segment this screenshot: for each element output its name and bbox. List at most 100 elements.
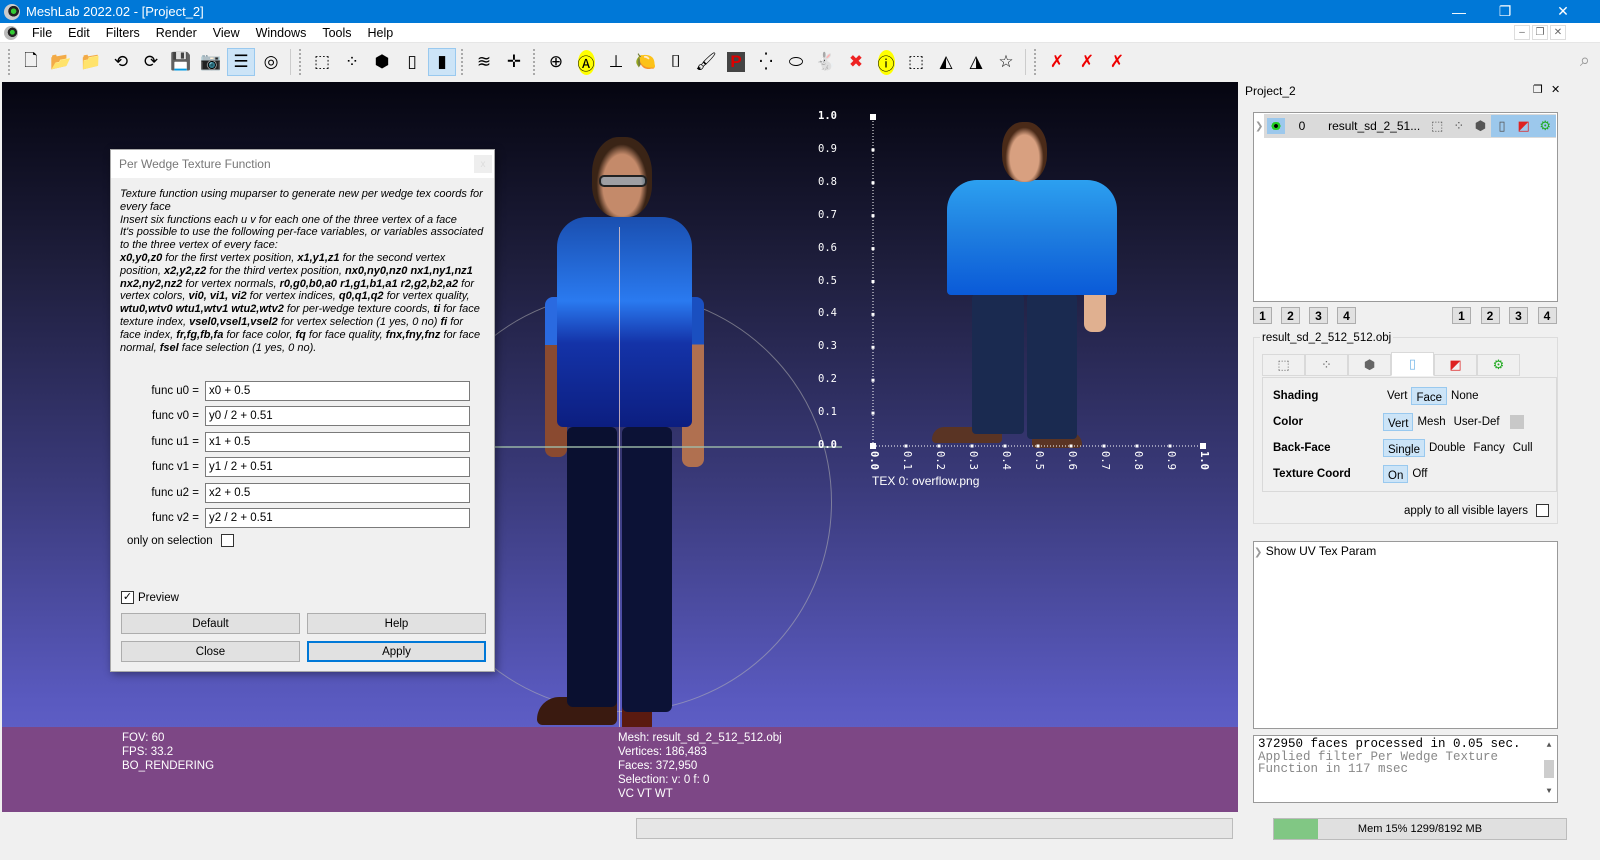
quality-mapper-button[interactable]: 🐇 — [812, 48, 840, 76]
dialog-close-button[interactable]: x — [474, 155, 492, 173]
panel-close-button[interactable]: ✕ — [1551, 83, 1560, 96]
delete-vertices-button[interactable]: ✗ — [1043, 48, 1071, 76]
delete-faces-vertices-button[interactable]: ✗ — [1103, 48, 1131, 76]
paint-button[interactable]: 🖌 — [692, 48, 720, 76]
axis-button[interactable]: ✛ — [500, 48, 528, 76]
select-vertices-button[interactable]: ⬚ — [902, 48, 930, 76]
document-icon[interactable] — [4, 25, 18, 40]
layer-bbox-toggle[interactable]: ⬚ — [1426, 115, 1448, 137]
visibility-eye-icon[interactable] — [1267, 118, 1285, 134]
layer-texture-toggle[interactable]: ◩ — [1512, 115, 1535, 137]
measure-button[interactable]: 🍋 — [632, 48, 660, 76]
select-faces-button[interactable]: ◭ — [932, 48, 960, 76]
left-view-button-2[interactable]: 2 — [1281, 307, 1300, 324]
render-bbox-button[interactable]: ⬚ — [308, 48, 336, 76]
scroll-thumb[interactable] — [1544, 760, 1554, 778]
new-project-button[interactable]: 🗋 — [17, 48, 45, 76]
log-scrollbar[interactable]: ▲ ▼ — [1543, 740, 1555, 798]
georef-button[interactable]: ✖ — [842, 48, 870, 76]
search-icon[interactable]: ⌕ — [1580, 50, 1590, 71]
user-color-swatch[interactable] — [1509, 415, 1524, 429]
func-input-funcu0[interactable] — [205, 381, 470, 401]
option-fancy[interactable]: Fancy — [1469, 439, 1508, 457]
left-view-button-1[interactable]: 1 — [1253, 307, 1272, 324]
toolbar-grip[interactable] — [299, 49, 303, 75]
menu-filters[interactable]: Filters — [98, 26, 148, 40]
minimize-button[interactable]: — — [1436, 0, 1482, 23]
layer-points-toggle[interactable]: ⁘ — [1448, 115, 1470, 137]
maximize-button[interactable]: ❐ — [1482, 0, 1528, 23]
reload-all-button[interactable]: ⟳ — [137, 48, 165, 76]
raster-align-button[interactable]: ⌷ — [662, 48, 690, 76]
import-mesh-button[interactable]: 📁 — [77, 48, 105, 76]
right-view-button-3[interactable]: 3 — [1509, 307, 1528, 324]
func-input-funcv1[interactable] — [205, 457, 470, 478]
dialog-titlebar[interactable]: Per Wedge Texture Function — [111, 150, 494, 178]
option-single[interactable]: Single — [1383, 439, 1425, 457]
select-connected-button[interactable]: ⬭ — [782, 48, 810, 76]
snapshot-button[interactable]: 📷 — [197, 48, 225, 76]
reload-button[interactable]: ⟲ — [107, 48, 135, 76]
option-off[interactable]: Off — [1408, 465, 1431, 483]
option-on[interactable]: On — [1383, 465, 1409, 483]
render-tab-options[interactable]: ⚙ — [1477, 354, 1520, 376]
get-info-button[interactable]: ⓘ — [872, 48, 900, 76]
show-raster-button[interactable]: ◎ — [257, 48, 285, 76]
menu-file[interactable]: File — [24, 26, 60, 40]
toolbar-grip[interactable] — [533, 49, 537, 75]
func-input-funcu1[interactable] — [205, 431, 470, 452]
render-tab-bbox[interactable]: ⬚ — [1262, 354, 1305, 376]
func-input-funcv2[interactable] — [205, 508, 470, 528]
mdi-close-button[interactable]: ✕ — [1550, 25, 1566, 40]
right-view-button-2[interactable]: 2 — [1480, 307, 1500, 324]
render-smooth-button[interactable]: ▮ — [428, 48, 456, 76]
render-tab-texture[interactable]: ◩ — [1434, 354, 1477, 376]
render-tab-wireframe[interactable]: ⬢ — [1348, 354, 1391, 376]
left-view-button-3[interactable]: 3 — [1309, 307, 1328, 324]
render-tab-fill[interactable]: ▯ — [1391, 352, 1434, 376]
layers-button[interactable]: ≋ — [470, 48, 498, 76]
func-input-funcu2[interactable] — [205, 482, 470, 503]
menu-windows[interactable]: Windows — [248, 26, 315, 40]
option-none[interactable]: None — [1447, 387, 1483, 405]
mdi-minimize-button[interactable]: – — [1514, 25, 1530, 40]
panel-float-button[interactable]: ❐ — [1533, 83, 1543, 96]
option-cull[interactable]: Cull — [1509, 439, 1537, 457]
layer-fill-toggle[interactable]: ▯ — [1491, 115, 1513, 137]
uv-param-item[interactable]: ❯ Show UV Tex Param — [1254, 544, 1376, 558]
option-mesh[interactable]: Mesh — [1413, 413, 1449, 431]
render-wireframe-button[interactable]: ⬢ — [368, 48, 396, 76]
open-project-button[interactable]: 📂 — [47, 48, 75, 76]
export-mesh-button[interactable]: 💾 — [167, 48, 195, 76]
menu-edit[interactable]: Edit — [60, 26, 98, 40]
menu-render[interactable]: Render — [148, 26, 205, 40]
toolbar-grip[interactable] — [8, 49, 12, 75]
preview-checkbox[interactable]: ✓ — [121, 591, 134, 604]
apply-all-checkbox[interactable] — [1536, 504, 1549, 517]
pick-points-button[interactable]: P — [722, 48, 750, 76]
option-double[interactable]: Double — [1425, 439, 1469, 457]
help-button[interactable]: Help — [307, 613, 486, 634]
select-faces-vertices-button[interactable]: ◮ — [962, 48, 990, 76]
layer-wireframe-toggle[interactable]: ⬢ — [1470, 115, 1492, 137]
reference-frame-button[interactable]: ⊥ — [602, 48, 630, 76]
func-input-funcv0[interactable] — [205, 406, 470, 427]
align-button[interactable]: Ⓐ — [572, 48, 600, 76]
apply-button[interactable]: Apply — [307, 641, 486, 662]
option-vert[interactable]: Vert — [1383, 387, 1411, 405]
option-vert[interactable]: Vert — [1383, 413, 1414, 431]
right-view-button-4[interactable]: 4 — [1537, 307, 1557, 324]
render-points-button[interactable]: ⁘ — [338, 48, 366, 76]
expand-arrow-icon[interactable]: ❯ — [1255, 121, 1263, 132]
mdi-restore-button[interactable]: ❐ — [1532, 25, 1548, 40]
scroll-up-icon[interactable]: ▲ — [1547, 740, 1552, 753]
toolbar-grip[interactable] — [1034, 49, 1038, 75]
only-on-selection-checkbox[interactable] — [220, 534, 234, 547]
menu-tools[interactable]: Tools — [314, 26, 359, 40]
render-flat-button[interactable]: ▯ — [398, 48, 426, 76]
select-vertex-cluster-button[interactable]: ⁛ — [752, 48, 780, 76]
expand-arrow-icon[interactable]: ❯ — [1254, 547, 1262, 558]
option-face[interactable]: Face — [1411, 387, 1448, 405]
render-tab-points[interactable]: ⁘ — [1305, 354, 1348, 376]
close-dialog-button[interactable]: Close — [121, 641, 300, 662]
